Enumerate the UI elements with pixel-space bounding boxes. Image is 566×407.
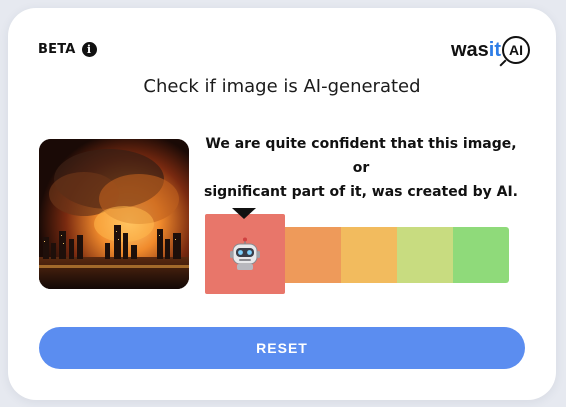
- meter-level-3: [341, 227, 397, 283]
- reset-button[interactable]: RESET: [39, 327, 525, 369]
- wasitai-logo: was it AI: [451, 36, 530, 64]
- confidence-meter: [205, 208, 509, 296]
- ai-check-card: BETA i was it AI Check if image is AI-gene…: [8, 8, 556, 400]
- info-icon[interactable]: i: [81, 42, 97, 57]
- meter-level-5: [453, 227, 509, 283]
- pointer-icon: [232, 208, 256, 219]
- robot-icon: [230, 237, 260, 270]
- logo-it: it: [488, 38, 501, 61]
- page-title: Check if image is AI-generated: [143, 76, 421, 97]
- logo-was: was: [450, 38, 489, 61]
- uploaded-image: [39, 139, 189, 289]
- meter-level-4: [397, 227, 453, 283]
- verdict-text: We are quite confident that this image, …: [198, 132, 524, 204]
- magnifier-logo-icon: AI: [502, 36, 530, 64]
- meter-level-2: [285, 227, 341, 283]
- beta-text: BETA: [38, 42, 76, 57]
- logo-ai: AI: [509, 42, 523, 58]
- verdict-line-2: significant part of it, was created by A…: [204, 184, 518, 200]
- city-fire-image: [39, 139, 189, 289]
- meter-level-1-active: [205, 208, 285, 294]
- verdict-line-1: We are quite confident that this image, …: [205, 136, 517, 176]
- beta-label: BETA i: [38, 42, 97, 57]
